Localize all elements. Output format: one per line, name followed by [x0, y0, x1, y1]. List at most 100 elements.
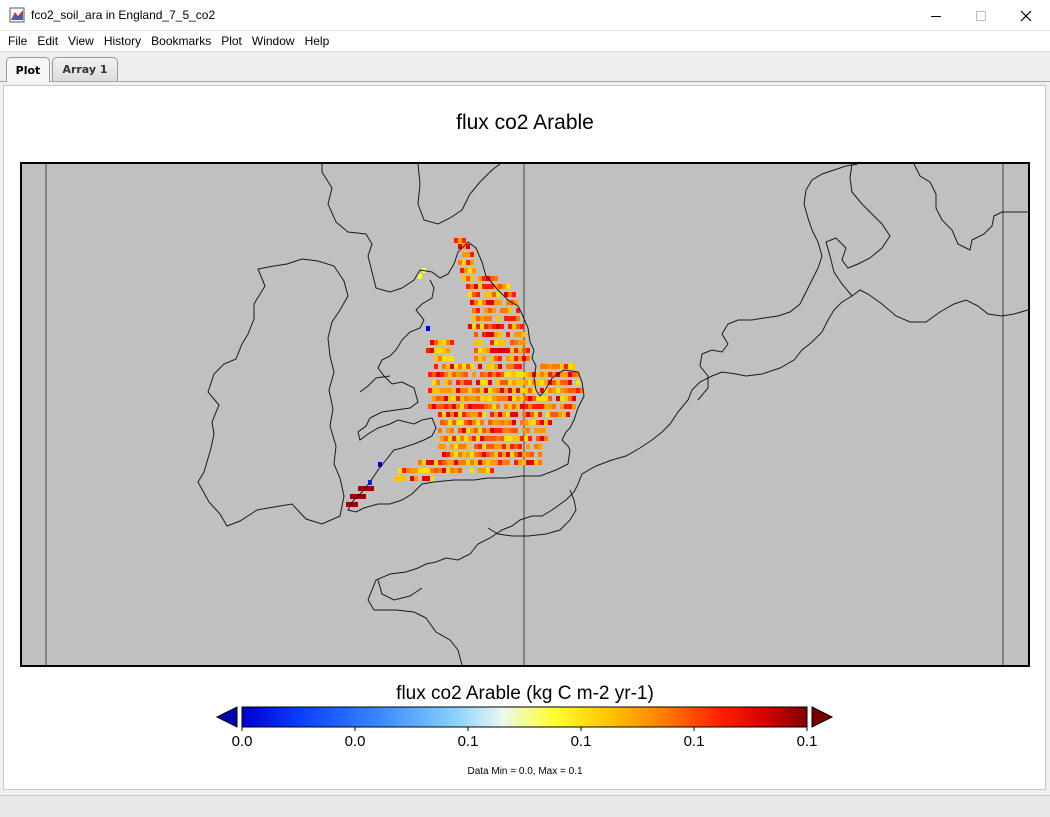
flux-cell — [560, 364, 564, 369]
flux-cell — [476, 316, 480, 321]
flux-cell — [488, 316, 492, 321]
flux-cell — [488, 308, 492, 313]
flux-cell — [444, 420, 448, 425]
flux-cell — [498, 444, 502, 449]
flux-cell — [484, 372, 488, 377]
flux-cell — [494, 428, 498, 433]
flux-cell — [472, 420, 476, 425]
minimize-button[interactable] — [913, 0, 959, 31]
flux-cell — [426, 476, 430, 481]
map-plot-area[interactable] — [20, 162, 1030, 667]
flux-cell — [522, 340, 526, 345]
flux-cell — [504, 396, 508, 401]
flux-cell — [506, 460, 510, 465]
flux-cell — [530, 452, 534, 457]
flux-cell — [468, 380, 472, 385]
flux-cell — [504, 388, 508, 393]
flux-cell — [458, 460, 462, 465]
flux-cell — [496, 420, 500, 425]
flux-cell — [484, 316, 488, 321]
flux-cell — [442, 340, 446, 345]
flux-cell — [506, 452, 510, 457]
flux-cell — [444, 436, 448, 441]
flux-cell — [460, 396, 464, 401]
flux-cell — [452, 396, 456, 401]
flux-cell — [470, 276, 474, 281]
menu-file[interactable]: File — [8, 34, 27, 48]
menu-view[interactable]: View — [68, 34, 94, 48]
flux-cell — [538, 444, 542, 449]
flux-cell — [506, 332, 510, 337]
menu-help[interactable]: Help — [305, 34, 330, 48]
flux-cell — [518, 364, 522, 369]
flux-cell — [488, 388, 492, 393]
flux-cell — [528, 396, 532, 401]
flux-cell — [520, 380, 524, 385]
menu-edit[interactable]: Edit — [37, 34, 58, 48]
flux-cell — [474, 284, 478, 289]
flux-cell — [454, 460, 458, 465]
maximize-button[interactable] — [958, 0, 1004, 31]
tab-array-1[interactable]: Array 1 — [52, 57, 118, 81]
flux-cell — [482, 452, 486, 457]
flux-cell — [494, 444, 498, 449]
flux-cell — [486, 332, 490, 337]
flux-cell — [516, 436, 520, 441]
flux-cell — [488, 292, 492, 297]
flux-cell — [462, 412, 466, 417]
flux-cell — [492, 388, 496, 393]
flux-cell — [568, 372, 572, 377]
flux-cell — [572, 372, 576, 377]
flux-cell — [482, 284, 486, 289]
flux-cell — [472, 324, 476, 329]
flux-cell — [468, 420, 472, 425]
menu-window[interactable]: Window — [252, 34, 295, 48]
flux-cell — [442, 364, 446, 369]
flux-cell — [488, 436, 492, 441]
flux-cell — [434, 364, 438, 369]
tab-plot[interactable]: Plot — [6, 57, 50, 82]
colorbar-tick-label: 0.1 — [796, 733, 818, 750]
flux-cell — [546, 412, 550, 417]
flux-cell — [492, 436, 496, 441]
flux-cell — [436, 372, 440, 377]
flux-cell — [500, 388, 504, 393]
flux-cell — [524, 372, 528, 377]
flux-cell — [428, 372, 432, 377]
flux-cell — [486, 364, 490, 369]
flux-cell — [498, 340, 502, 345]
close-button[interactable] — [1003, 0, 1049, 31]
flux-cell — [452, 372, 456, 377]
flux-cell — [516, 324, 520, 329]
flux-cell — [482, 356, 486, 361]
flux-cell — [470, 452, 474, 457]
flux-cell — [484, 396, 488, 401]
flux-cell — [444, 380, 448, 385]
flux-cell — [486, 468, 490, 473]
flux-cell — [502, 428, 506, 433]
flux-cell — [476, 388, 480, 393]
flux-cell — [478, 468, 482, 473]
flux-cell — [572, 404, 576, 409]
flux-cell — [538, 460, 542, 465]
flux-cell — [478, 300, 482, 305]
flux-cell — [490, 332, 494, 337]
flux-cell — [474, 428, 478, 433]
flux-cell — [486, 452, 490, 457]
flux-cell — [448, 372, 452, 377]
colorbar-under-arrow — [215, 706, 238, 728]
flux-cell — [442, 444, 446, 449]
menu-plot[interactable]: Plot — [221, 34, 242, 48]
flux-cell — [440, 420, 444, 425]
flux-cell — [470, 252, 474, 257]
flux-cell — [502, 412, 506, 417]
flux-cell — [526, 460, 530, 465]
flux-cell — [480, 396, 484, 401]
menu-history[interactable]: History — [104, 34, 141, 48]
menu-bookmarks[interactable]: Bookmarks — [151, 34, 211, 48]
colorbar-over-arrow — [811, 706, 834, 728]
flux-cell — [482, 412, 486, 417]
flux-cell — [474, 300, 478, 305]
flux-cell — [460, 388, 464, 393]
flux-cell — [482, 348, 486, 353]
